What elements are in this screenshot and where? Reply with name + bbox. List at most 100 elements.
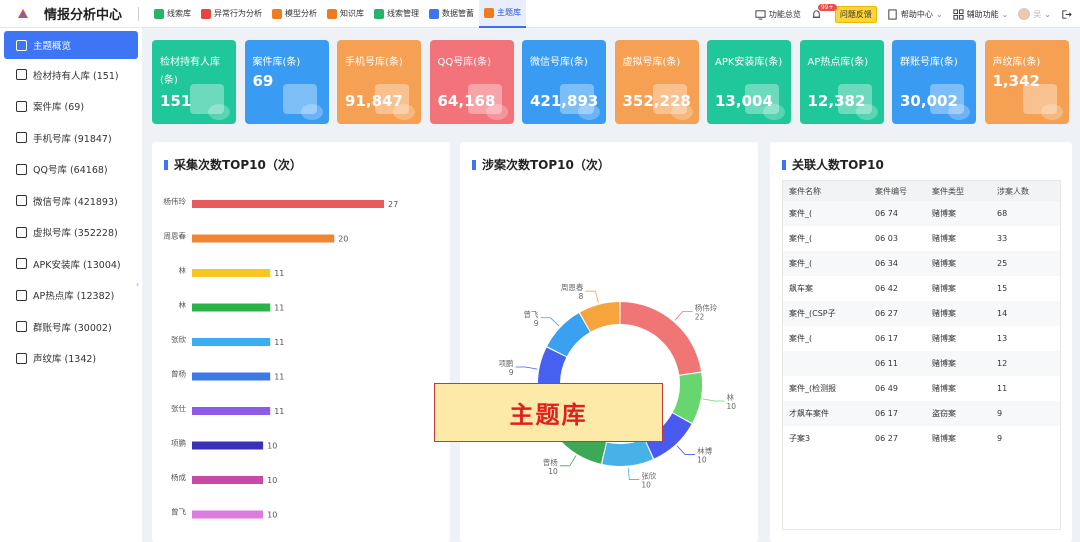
user-menu[interactable]: 吴 ⌄	[1018, 8, 1051, 20]
bar[interactable]	[192, 510, 264, 519]
apk-icon	[16, 258, 27, 270]
nav-item-4[interactable]: 线索管理	[369, 0, 424, 28]
nav-item-5[interactable]: 数据管蓄	[424, 0, 479, 28]
table-row[interactable]: 案件_(06 74 赌博案 68	[783, 201, 1060, 226]
stat-card[interactable]: 声纹库(条) 1,342	[984, 40, 1069, 124]
sidebar-item-label: 手机号库 (91847)	[33, 133, 112, 145]
donut-chart: 杨伟玲22林10林博10张欣10曾杨10风9项鹏9曾飞9周恩春8	[499, 282, 737, 489]
sidebar-item-5[interactable]: 微信号库 (421893)	[0, 185, 142, 217]
bar[interactable]	[192, 476, 264, 484]
table-row[interactable]: 子案3 06 27 赌博案 9	[783, 426, 1060, 451]
table-cell: 子案3	[789, 434, 811, 443]
sidebar-item-label: 群账号库 (30002)	[33, 322, 112, 334]
manage-icon	[374, 8, 385, 19]
sidebar-collapse-icon[interactable]: ‹	[136, 280, 142, 294]
stat-card[interactable]: APK安装库(条) 13,004	[707, 40, 791, 124]
table-row[interactable]: 06 11 赌博案 12	[783, 351, 1060, 376]
sidebar-item-7[interactable]: APK安装库 (13004)	[0, 248, 142, 280]
notification-button[interactable]: 99+	[811, 3, 837, 20]
table-cell: 赌博案	[932, 259, 956, 268]
bar-chart-panel: 采集次数TOP10（次） 杨伟玲 27 周恩春 20 林 11 林 11 张欣 11 曾杨 11 张仕 1…	[152, 142, 450, 542]
donut-slice-label: 杨伟玲	[695, 302, 718, 312]
donut-slice[interactable]	[602, 438, 653, 466]
table-row[interactable]: 案件_(06 17 赌博案 13	[783, 326, 1060, 351]
bar[interactable]	[192, 269, 271, 277]
group-icon	[16, 321, 27, 333]
nav-item-6[interactable]: 主题库	[479, 0, 527, 28]
function-overview-button[interactable]: 功能总览	[755, 9, 801, 20]
table-cell: 06 49	[875, 384, 898, 393]
sidebar-item-4[interactable]: QQ号库 (64168)	[0, 154, 142, 186]
donut-leader-line	[627, 467, 640, 480]
main-nav: 线索库 异常行为分析 模型分析 知识库 线索管理 数据管蓄 主题库	[149, 0, 527, 28]
bar-value-label: 10	[267, 511, 277, 520]
stat-card-label: APK安装库(条)	[715, 57, 783, 68]
stat-card-value: 64,168	[437, 92, 496, 110]
table-row[interactable]: 才飙车案件 06 17 盗窃案 9	[783, 401, 1060, 426]
bar[interactable]	[192, 372, 271, 381]
sidebar-item-0[interactable]: 主题概览	[4, 31, 138, 59]
data-icon	[429, 8, 440, 19]
card-illustration-icon	[208, 104, 230, 120]
sidebar-item-6[interactable]: 虚拟号库 (352228)	[0, 217, 142, 249]
stat-card-label: 虚拟号库(条)	[622, 57, 681, 68]
donut-slice[interactable]	[620, 302, 702, 375]
table-cell: 案件_(	[789, 209, 813, 218]
table-title: 关联人数TOP10	[782, 156, 884, 173]
stat-card-label: 案件库(条)	[252, 57, 301, 68]
case-icon	[16, 100, 27, 112]
stat-card[interactable]: QQ号库(条) 64,168	[429, 40, 514, 124]
bar[interactable]	[192, 303, 271, 312]
stat-card[interactable]: AP热点库(条) 12,382	[799, 40, 884, 124]
sidebar-item-9[interactable]: 群账号库 (30002)	[0, 311, 142, 343]
bar[interactable]	[192, 200, 384, 208]
table-row[interactable]: 飙车案 06 42 赌博案 15	[783, 276, 1060, 301]
stat-card[interactable]: 检材持有人库(条) 151	[152, 40, 236, 124]
overlay-label: 主题库	[434, 383, 663, 442]
stat-card[interactable]: 微信号库(条) 421,893	[522, 40, 606, 124]
nav-item-3[interactable]: 知识库	[322, 0, 369, 28]
nav-item-label: 数据管蓄	[442, 9, 475, 18]
sidebar-item-2[interactable]: 案件库 (69)	[0, 91, 142, 123]
bar-value-label: 11	[274, 407, 284, 416]
stat-card[interactable]: 虚拟号库(条) 352,228	[614, 40, 699, 124]
bar[interactable]	[192, 407, 271, 415]
bar[interactable]	[192, 441, 264, 450]
bar-value-label: 11	[274, 269, 284, 278]
book-icon	[327, 8, 338, 19]
sidebar-item-3[interactable]: 手机号库 (91847)	[0, 122, 142, 154]
bar-value-label: 10	[267, 476, 277, 485]
stat-card[interactable]: 手机号库(条) 91,847	[337, 40, 421, 124]
assist-menu[interactable]: 辅助功能 ⌄	[953, 8, 1008, 20]
bar[interactable]	[192, 234, 335, 243]
help-center-menu[interactable]: 帮助中心 ⌄	[887, 8, 943, 20]
sidebar-item-label: 主题概览	[33, 41, 72, 52]
nav-item-1[interactable]: 异常行为分析	[196, 0, 267, 28]
bar-value-label: 27	[388, 200, 398, 209]
sidebar-item-10[interactable]: 声纹库 (1342)	[0, 343, 142, 375]
stat-card[interactable]: 群账号库(条) 30,002	[892, 40, 976, 124]
stat-card-label: 手机号库(条)	[345, 57, 403, 68]
table-cell: 06 17	[875, 334, 898, 343]
sidebar-item-1[interactable]: 检材持有人库 (151)	[0, 59, 142, 91]
grid-icon	[953, 8, 964, 20]
table-row[interactable]: 案件_(CSP子 06 27 赌博案 14	[783, 301, 1060, 326]
nav-item-0[interactable]: 线索库	[149, 0, 196, 28]
sidebar-item-8[interactable]: AP热点库 (12382)	[0, 280, 142, 312]
nav-item-2[interactable]: 模型分析	[267, 0, 322, 28]
stat-card[interactable]: 案件库(条) 69	[244, 40, 329, 124]
bar[interactable]	[192, 338, 271, 346]
stat-card-value: 13,004	[715, 92, 773, 110]
donut-slice[interactable]	[547, 313, 590, 357]
table-cell: 案件_(检测报	[789, 384, 837, 393]
table-cell: 赌博案	[932, 334, 956, 343]
table-row[interactable]: 案件_(检测报 06 49 赌博案 11	[783, 376, 1060, 401]
user-name: 吴	[1033, 9, 1042, 19]
table-row[interactable]: 案件_(06 34 赌博案 25	[783, 251, 1060, 276]
nav-item-label: 线索管理	[387, 9, 420, 18]
sidebar-item-label: 虚拟号库 (352228)	[33, 228, 118, 240]
donut-slice[interactable]	[672, 372, 702, 423]
table-row[interactable]: 案件_(06 03 赌博案 33	[783, 226, 1060, 251]
logout-icon[interactable]	[1061, 9, 1072, 20]
feedback-button[interactable]: 问题反馈	[834, 5, 877, 23]
